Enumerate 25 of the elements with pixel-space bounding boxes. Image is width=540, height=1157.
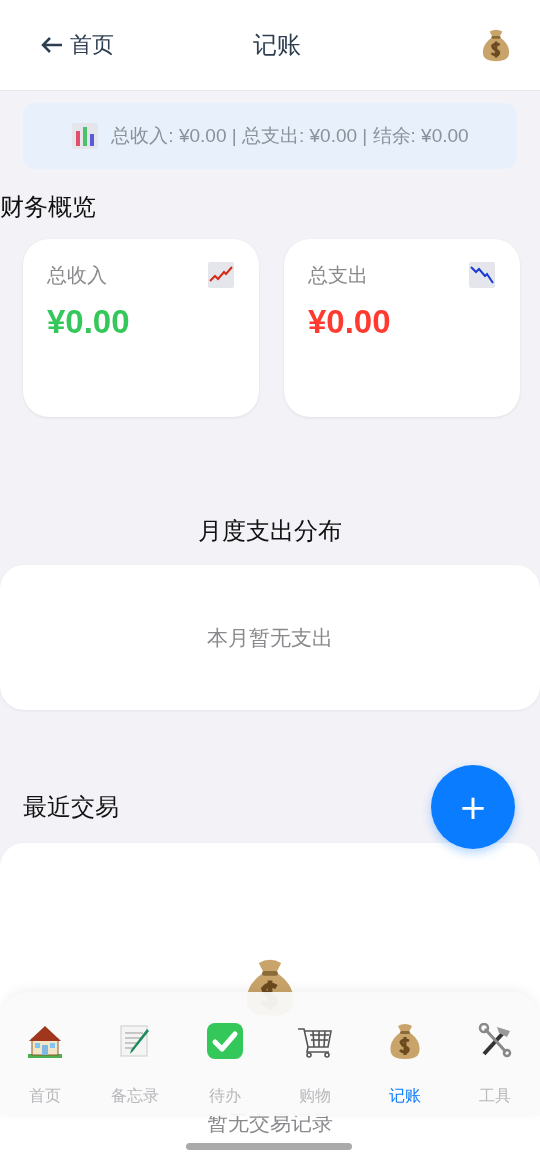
card-label: 总支出 bbox=[308, 261, 368, 289]
empty-message: 本月暂无支出 bbox=[207, 624, 333, 652]
section-title: 月度支出分布 bbox=[197, 516, 343, 547]
summary-text: 总收入: ¥0.00 | 总支出: ¥0.00 | 结余: ¥0.00 bbox=[111, 124, 469, 148]
nav-tab[interactable]: 首页 bbox=[5, 992, 85, 1116]
amount-value: ¥0.00 bbox=[47, 303, 131, 341]
section-title: 最近交易 bbox=[23, 792, 119, 823]
nav-tab[interactable]: 记账 bbox=[365, 992, 445, 1116]
tools-icon bbox=[477, 1023, 513, 1059]
nav-tab[interactable]: 备忘录 bbox=[95, 992, 175, 1116]
bar-chart-icon bbox=[71, 122, 100, 150]
back-button[interactable]: 首页 bbox=[40, 30, 160, 60]
nav-tab[interactable]: 待办 bbox=[185, 992, 265, 1116]
page-title: 记账 bbox=[252, 30, 302, 61]
checkmark-icon bbox=[206, 1022, 244, 1060]
section-title: 财务概览 bbox=[0, 192, 97, 223]
falling-chart-icon bbox=[468, 261, 496, 289]
amount-value: ¥0.00 bbox=[308, 303, 392, 341]
back-arrow-icon bbox=[40, 36, 64, 54]
nav-tab[interactable]: 购物 bbox=[275, 992, 355, 1116]
nav-tab[interactable]: 工具 bbox=[455, 992, 535, 1116]
empty-message: 暂无交易记录 bbox=[207, 1113, 333, 1134]
card-label: 总收入 bbox=[47, 261, 107, 289]
rising-chart-icon bbox=[207, 261, 235, 289]
add-button[interactable]: + bbox=[431, 765, 515, 849]
